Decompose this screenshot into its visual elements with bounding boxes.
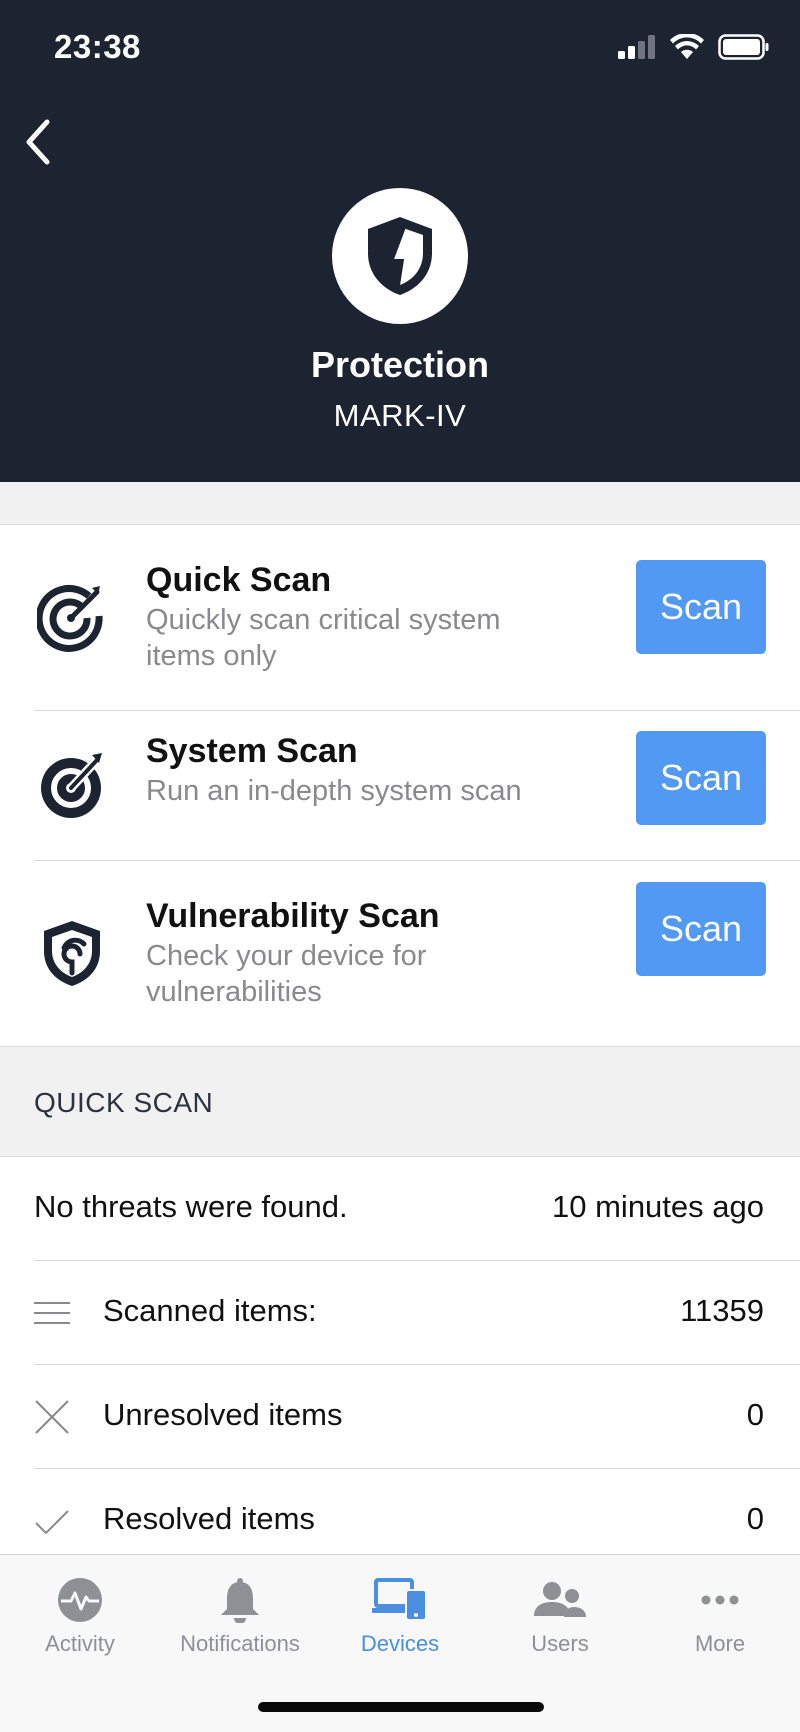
devices-icon [372, 1575, 428, 1625]
tab-label: Activity [45, 1631, 115, 1656]
scan-option-system: System Scan Run an in-depth system scan … [0, 711, 800, 861]
target-arrow-icon [36, 581, 108, 653]
app-logo [332, 188, 468, 324]
scan-option-vulnerability: Vulnerability Scan Check your device for… [0, 861, 800, 1047]
scan-option-description: Check your device for vulnerabilities [146, 940, 427, 1008]
result-summary-row: No threats were found. 10 minutes ago [0, 1157, 800, 1261]
tab-users[interactable]: Users [480, 1555, 640, 1675]
result-value: 11359 [680, 1293, 764, 1328]
section-header-label: QUICK SCAN [34, 1087, 214, 1118]
home-indicator [258, 1702, 544, 1712]
scan-option-description: Run an in-depth system scan [146, 775, 522, 807]
tab-label: Devices [360, 1631, 440, 1656]
vulnerability-scan-button[interactable]: Scan [636, 882, 766, 976]
header: 23:38 Protection MARK-IV [0, 0, 800, 482]
scan-option-description: Quickly scan critical system items only [146, 604, 501, 672]
spacer-band [0, 482, 800, 525]
system-scan-button[interactable]: Scan [636, 731, 766, 825]
signal-icon [618, 35, 655, 59]
wifi-icon [670, 34, 704, 59]
scan-options-list: Quick Scan Quickly scan critical system … [0, 525, 800, 1047]
result-row-scanned: Scanned items: 11359 [0, 1261, 800, 1365]
tab-label: More [694, 1631, 746, 1656]
result-value: 0 [746, 1397, 764, 1432]
scan-option-title: Quick Scan [146, 561, 332, 599]
result-row-unresolved: Unresolved items 0 [0, 1365, 800, 1469]
bell-icon [212, 1575, 268, 1625]
scan-option-title: Vulnerability Scan [146, 897, 440, 935]
result-label: Resolved items [103, 1501, 315, 1536]
scan-option-text: Vulnerability Scan Check your device for… [146, 896, 576, 1010]
back-button[interactable] [14, 114, 62, 170]
tab-notifications[interactable]: Notifications [160, 1555, 320, 1675]
result-label: Unresolved items [103, 1397, 343, 1432]
section-header: QUICK SCAN [0, 1046, 800, 1157]
users-icon [532, 1575, 588, 1625]
quick-scan-button[interactable]: Scan [636, 560, 766, 654]
chevron-left-icon [26, 119, 50, 165]
device-name: MARK-IV [333, 398, 467, 433]
scan-results: No threats were found. 10 minutes ago Sc… [0, 1157, 800, 1573]
shield-spiral-icon [36, 917, 108, 989]
tab-activity[interactable]: Activity [0, 1555, 160, 1675]
result-value: 0 [746, 1501, 764, 1536]
status-icons [618, 34, 770, 60]
tab-devices[interactable]: Devices [320, 1555, 480, 1675]
result-summary: No threats were found. [34, 1189, 348, 1224]
result-time: 10 minutes ago [552, 1189, 764, 1224]
page-title: Protection [310, 344, 489, 385]
shield-bolt-icon [368, 217, 432, 295]
scan-option-text: System Scan Run an in-depth system scan [146, 731, 576, 809]
scan-option-quick: Quick Scan Quickly scan critical system … [0, 525, 800, 711]
target-solid-icon [36, 749, 108, 821]
x-icon [35, 1400, 69, 1434]
tab-more[interactable]: More [640, 1555, 800, 1675]
list-icon [34, 1302, 70, 1324]
activity-icon [52, 1575, 108, 1625]
more-icon [692, 1575, 748, 1625]
tab-label: Notifications [180, 1631, 300, 1656]
result-label: Scanned items: [103, 1293, 317, 1328]
scan-option-text: Quick Scan Quickly scan critical system … [146, 560, 576, 674]
battery-icon [718, 34, 769, 60]
check-icon [35, 1510, 69, 1535]
status-time: 23:38 [54, 28, 141, 65]
scan-option-title: System Scan [146, 732, 358, 770]
tab-label: Users [531, 1631, 589, 1656]
